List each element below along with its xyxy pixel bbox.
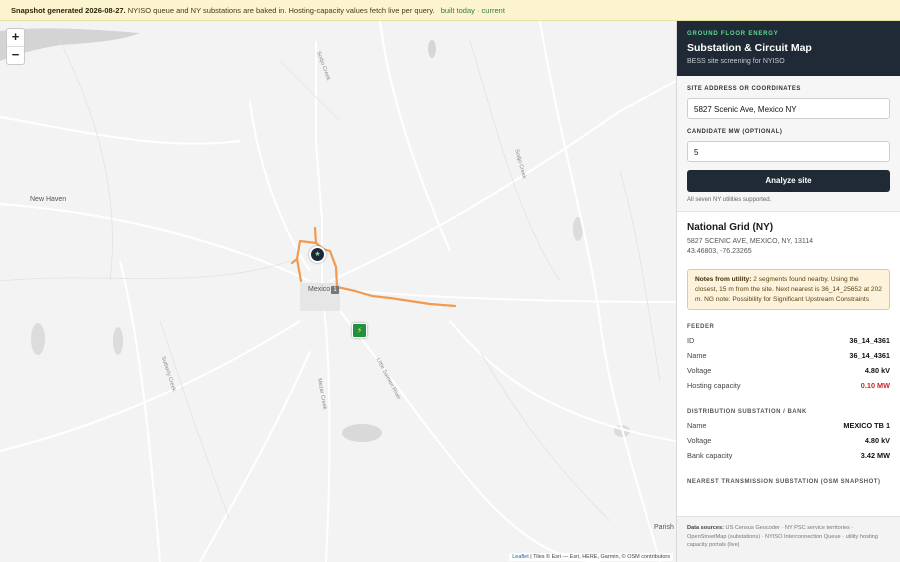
banner-text: NYISO queue and NY substations are baked… bbox=[125, 6, 435, 15]
row-value: 4.80 kV bbox=[864, 366, 890, 376]
distribution-heading: DISTRIBUTION SUBSTATION / BANK bbox=[687, 409, 807, 416]
row-value: MEXICO TB 1 bbox=[843, 421, 890, 431]
distribution-row: Bank capacity 3.42 MW bbox=[687, 452, 890, 460]
road-line bbox=[0, 116, 241, 145]
road-line bbox=[321, 290, 331, 562]
row-key: Hosting capacity bbox=[687, 381, 741, 391]
zoom-out-button[interactable]: − bbox=[7, 46, 24, 64]
substation-marker[interactable]: ⚡ bbox=[352, 323, 367, 338]
transmission-heading: NEAREST TRANSMISSION SUBSTATION (OSM SNA… bbox=[687, 479, 881, 486]
star-icon: ★ bbox=[314, 251, 321, 258]
creek-line bbox=[479, 350, 611, 522]
row-value: 36_14_4361 bbox=[849, 336, 890, 346]
notes-label: Notes from utility: bbox=[695, 276, 752, 283]
side-panel: GROUND FLOOR ENERGY Substation & Circuit… bbox=[676, 21, 900, 562]
panel-subtitle: BESS site screening for NYISO bbox=[687, 58, 785, 65]
address-input[interactable]: 5827 Scenic Ave, Mexico NY bbox=[687, 98, 890, 119]
map-attribution: Leaflet | Tiles © Esri — Esri, HERE, Gar… bbox=[509, 553, 673, 561]
row-value: 36_14_4361 bbox=[849, 351, 890, 361]
map-view[interactable]: + − New Haven Mexico Parish 1 Sodjo Cree… bbox=[0, 21, 676, 562]
row-key: Name bbox=[687, 351, 707, 361]
brand-name: GROUND FLOOR ENERGY bbox=[687, 31, 779, 37]
feeder-row: Name 36_14_4361 bbox=[687, 352, 890, 360]
place-label-mexico: Mexico bbox=[308, 286, 331, 293]
panel-header: GROUND FLOOR ENERGY Substation & Circuit… bbox=[677, 21, 900, 76]
road-line bbox=[249, 100, 311, 272]
analyze-site-button[interactable]: Analyze site bbox=[687, 170, 890, 192]
road-line bbox=[379, 21, 451, 252]
site-coordinates: 43.46803, -76.23265 bbox=[687, 248, 752, 255]
road-line bbox=[449, 320, 676, 442]
snapshot-banner: Snapshot generated 2026-08-27. NYISO que… bbox=[0, 0, 900, 21]
mw-input[interactable]: 5 bbox=[687, 141, 890, 162]
creek-line bbox=[279, 60, 341, 122]
build-status: built today · current bbox=[440, 6, 505, 15]
site-address: 5827 SCENIC AVE, MEXICO, NY, 13114 bbox=[687, 238, 814, 245]
row-key: Voltage bbox=[687, 366, 712, 376]
feeder-row: Hosting capacity 0.10 MW bbox=[687, 382, 890, 390]
route-shield: 1 bbox=[331, 286, 339, 294]
utility-name: National Grid (NY) bbox=[687, 222, 774, 233]
zoom-control: + − bbox=[6, 28, 25, 65]
pond-shape bbox=[113, 327, 123, 355]
sources-label: Data sources: bbox=[687, 525, 724, 531]
address-label: SITE ADDRESS OR COORDINATES bbox=[687, 86, 801, 92]
utility-notes-alert: Notes from utility: 2 segments found nea… bbox=[687, 269, 890, 311]
place-label-parish: Parish bbox=[654, 524, 674, 531]
feeder-row: ID 36_14_4361 bbox=[687, 337, 890, 345]
road-line bbox=[539, 21, 661, 562]
road-line bbox=[0, 320, 301, 452]
lightning-icon: ⚡ bbox=[356, 326, 363, 335]
row-key: Name bbox=[687, 421, 707, 431]
road-line bbox=[329, 80, 676, 282]
pond-shape bbox=[31, 323, 45, 355]
road-line bbox=[0, 203, 311, 282]
row-key: Bank capacity bbox=[687, 451, 733, 461]
row-value: 3.42 MW bbox=[860, 451, 890, 461]
row-key: ID bbox=[687, 336, 695, 346]
utilities-note: All seven NY utilities supported. bbox=[687, 197, 772, 203]
row-value: 4.80 kV bbox=[864, 436, 890, 446]
road-line bbox=[119, 260, 161, 562]
creek-line bbox=[59, 40, 113, 282]
site-marker[interactable]: ★ bbox=[309, 246, 326, 263]
data-sources-footer: Data sources: US Census Geocoder · NY PS… bbox=[677, 516, 900, 562]
leaflet-link[interactable]: Leaflet bbox=[512, 554, 529, 560]
feeder-heading: FEEDER bbox=[687, 324, 715, 331]
road-line bbox=[329, 288, 676, 303]
panel-title: Substation & Circuit Map bbox=[687, 42, 812, 54]
creek-line bbox=[159, 320, 231, 522]
feeder-segment bbox=[290, 257, 299, 265]
distribution-row: Name MEXICO TB 1 bbox=[687, 422, 890, 430]
road-line bbox=[199, 350, 311, 562]
analysis-result: National Grid (NY) 5827 SCENIC AVE, MEXI… bbox=[677, 212, 900, 485]
place-label-new-haven: New Haven bbox=[30, 196, 67, 203]
zoom-in-button[interactable]: + bbox=[7, 29, 24, 46]
creek-line bbox=[0, 260, 291, 282]
pond-shape bbox=[342, 424, 382, 442]
tiles-credit: | Tiles © Esri — Esri, HERE, Garmin, © O… bbox=[528, 554, 670, 560]
pond-shape bbox=[428, 40, 436, 58]
feeder-row: Voltage 4.80 kV bbox=[687, 367, 890, 375]
hosting-capacity-value: 0.10 MW bbox=[860, 381, 890, 391]
creek-line bbox=[619, 170, 661, 382]
banner-date: Snapshot generated 2026-08-27. bbox=[11, 6, 126, 15]
site-form: SITE ADDRESS OR COORDINATES 5827 Scenic … bbox=[677, 76, 900, 212]
row-key: Voltage bbox=[687, 436, 712, 446]
mw-label: CANDIDATE MW (OPTIONAL) bbox=[687, 129, 783, 135]
distribution-row: Voltage 4.80 kV bbox=[687, 437, 890, 445]
